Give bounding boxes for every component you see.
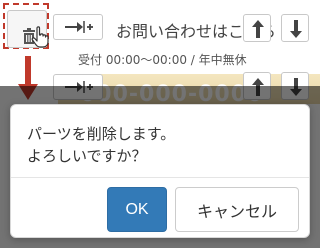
move-up-button[interactable] (243, 14, 271, 42)
arrow-up-icon (252, 20, 264, 38)
dialog-message-line-2: よろしいですか？ (27, 147, 147, 165)
arrow-down-icon (290, 20, 302, 38)
cancel-button[interactable]: キャンセル (175, 187, 299, 232)
dialog-message: パーツを削除します。 よろしいですか？ (27, 123, 175, 167)
dialog-divider (11, 177, 309, 178)
ok-button[interactable]: OK (107, 187, 167, 232)
insert-part-button[interactable] (53, 14, 103, 40)
insert-arrow-plus-icon (65, 21, 93, 33)
hand-pointer-icon (31, 26, 49, 48)
dialog-message-line-1: パーツを削除します。 (27, 125, 176, 143)
move-down-button[interactable] (281, 14, 309, 42)
confirm-dialog: パーツを削除します。 よろしいですか？ OK キャンセル (10, 104, 310, 238)
business-hours: 受付 00:00〜00:00 / 年中無休 (78, 53, 247, 67)
